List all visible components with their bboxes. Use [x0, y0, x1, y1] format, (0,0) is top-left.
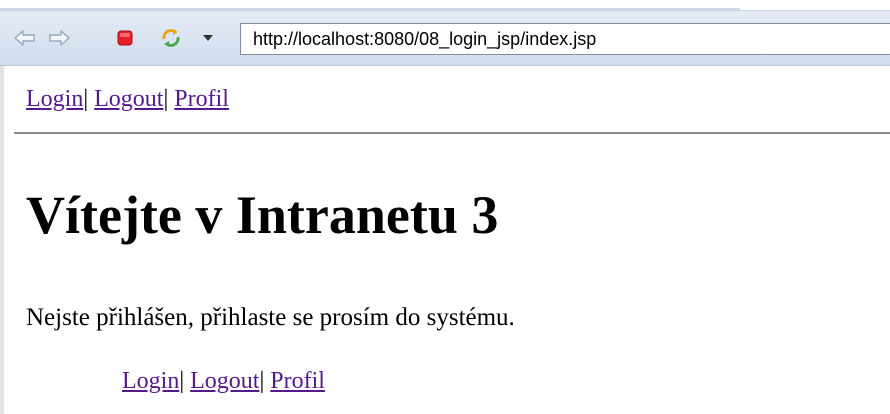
nav-logout-link[interactable]: Logout — [190, 368, 259, 394]
nav-login-link[interactable]: Login — [26, 86, 83, 112]
address-bar[interactable]: http://localhost:8080/08_login_jsp/index… — [240, 23, 890, 55]
stop-icon — [117, 30, 133, 46]
refresh-icon — [162, 29, 180, 47]
address-url: http://localhost:8080/08_login_jsp/index… — [253, 29, 597, 49]
nav-separator: | — [179, 368, 185, 394]
nav-separator: | — [163, 86, 169, 112]
browser-toolbar: http://localhost:8080/08_login_jsp/index… — [0, 10, 890, 66]
nav-logout-link[interactable]: Logout — [94, 86, 163, 112]
back-arrow-icon — [14, 30, 35, 46]
nav-profil-link[interactable]: Profil — [174, 86, 229, 112]
page-content: Login| Logout| Profil Vítejte v Intranet… — [0, 66, 890, 414]
forward-arrow-icon — [49, 30, 70, 46]
nav-login-link[interactable]: Login — [122, 368, 179, 394]
refresh-button[interactable] — [160, 27, 182, 49]
bottom-nav: Login| Logout| Profil — [122, 368, 325, 395]
nav-separator: | — [83, 86, 89, 112]
top-strip — [0, 0, 890, 10]
history-dropdown-button[interactable] — [200, 27, 216, 49]
nav-separator: | — [259, 368, 265, 394]
login-status-message: Nejste přihlášen, přihlaste se prosím do… — [26, 304, 515, 331]
page-title: Vítejte v Intranetu 3 — [26, 185, 499, 245]
window-left-edge — [0, 66, 4, 414]
top-nav: Login| Logout| Profil — [26, 86, 229, 113]
chevron-down-icon — [203, 35, 213, 41]
horizontal-rule — [14, 132, 890, 134]
forward-button[interactable] — [48, 27, 70, 49]
back-button[interactable] — [14, 27, 36, 49]
stop-button[interactable] — [114, 27, 136, 49]
nav-profil-link[interactable]: Profil — [270, 368, 325, 394]
